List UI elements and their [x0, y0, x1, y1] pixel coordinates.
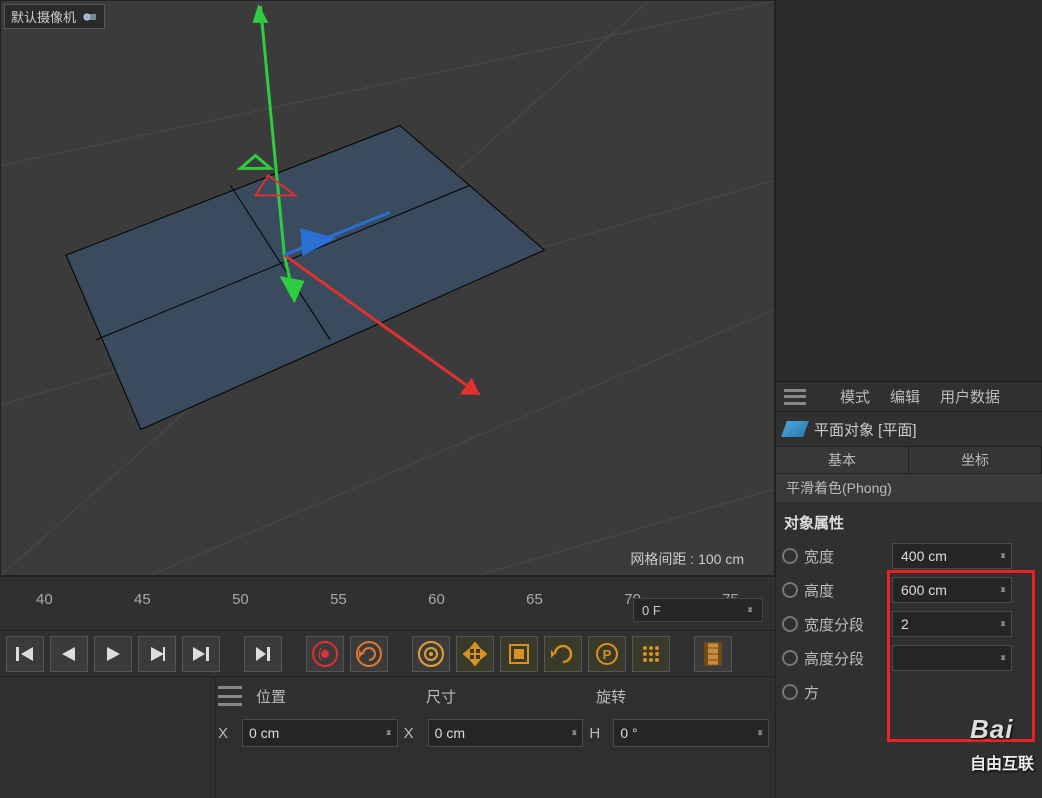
axis-x-label-2: X: [404, 725, 422, 742]
label-height: 高度: [804, 580, 886, 601]
render-button[interactable]: [694, 636, 732, 672]
section-object-props: 对象属性: [776, 502, 1042, 539]
viewport-3d[interactable]: 默认摄像机: [0, 0, 775, 576]
label-hseg: 高度分段: [804, 648, 886, 669]
input-hseg[interactable]: ▲▼: [892, 645, 1012, 671]
radio-width[interactable]: [782, 548, 798, 564]
record-button[interactable]: [306, 636, 344, 672]
goto-start-button[interactable]: [6, 636, 44, 672]
label-width: 宽度: [804, 546, 886, 567]
label-dir: 方: [804, 682, 886, 703]
menu-icon[interactable]: [218, 686, 242, 706]
tab-phong[interactable]: 平滑着色(Phong): [776, 474, 1042, 502]
playback-toolbar: P: [0, 630, 775, 676]
grid-snap-button[interactable]: [632, 636, 670, 672]
radio-dir[interactable]: [782, 684, 798, 700]
rotation-header: 旋转: [596, 686, 766, 707]
goto-end-button[interactable]: [182, 636, 220, 672]
keyframe-options-button[interactable]: [412, 636, 450, 672]
attr-menubar: 模式 编辑 用户数据: [776, 382, 1042, 412]
label-wseg: 宽度分段: [804, 614, 886, 635]
menu-mode[interactable]: 模式: [840, 386, 870, 407]
input-height[interactable]: 600 cm▲▼: [892, 577, 1012, 603]
input-wseg[interactable]: 2▲▼: [892, 611, 1012, 637]
menu-userdata[interactable]: 用户数据: [940, 386, 1000, 407]
coordinates-panel: 位置 尺寸 旋转 X 0 cm▲▼ X 0 cm▲▼ H 0 °▲▼: [0, 676, 775, 798]
size-header: 尺寸: [426, 686, 596, 707]
tab-coord[interactable]: 坐标: [909, 447, 1042, 473]
param-button[interactable]: P: [588, 636, 626, 672]
move-tool-button[interactable]: [456, 636, 494, 672]
plane-icon: [781, 421, 809, 437]
play-button[interactable]: [94, 636, 132, 672]
plane-object: [66, 126, 544, 430]
camera-name: 默认摄像机: [11, 7, 76, 26]
radio-height[interactable]: [782, 582, 798, 598]
current-frame-input[interactable]: 0 F ▲▼: [633, 598, 763, 622]
attributes-panel: 模式 编辑 用户数据 平面对象 [平面] 基本 坐标 平滑着色(Phong) 对…: [775, 0, 1042, 798]
camera-icon: [82, 11, 98, 23]
step-forward-button[interactable]: [138, 636, 176, 672]
next-key-button[interactable]: [244, 636, 282, 672]
tab-basic[interactable]: 基本: [776, 447, 909, 473]
radio-hseg[interactable]: [782, 650, 798, 666]
step-back-button[interactable]: [50, 636, 88, 672]
input-width[interactable]: 400 cm▲▼: [892, 543, 1012, 569]
rotation-h-input[interactable]: 0 °▲▼: [613, 719, 769, 747]
svg-text:P: P: [603, 647, 612, 662]
axis-x-label: X: [218, 725, 236, 742]
rotate-tool-button[interactable]: [544, 636, 582, 672]
menu-icon[interactable]: [784, 389, 806, 405]
autokey-button[interactable]: [350, 636, 388, 672]
watermark: Bai 自由互联: [970, 714, 1034, 776]
size-x-input[interactable]: 0 cm▲▼: [428, 719, 584, 747]
position-header: 位置: [256, 686, 426, 707]
object-manager[interactable]: [776, 0, 1042, 382]
object-title: 平面对象 [平面]: [814, 419, 917, 440]
camera-label[interactable]: 默认摄像机: [4, 4, 105, 29]
position-x-input[interactable]: 0 cm▲▼: [242, 719, 398, 747]
radio-wseg[interactable]: [782, 616, 798, 632]
scale-tool-button[interactable]: [500, 636, 538, 672]
menu-edit[interactable]: 编辑: [890, 386, 920, 407]
grid-spacing-label: 网格间距 : 100 cm: [630, 549, 744, 569]
axis-h-label: H: [589, 725, 607, 742]
object-title-row: 平面对象 [平面]: [776, 412, 1042, 446]
